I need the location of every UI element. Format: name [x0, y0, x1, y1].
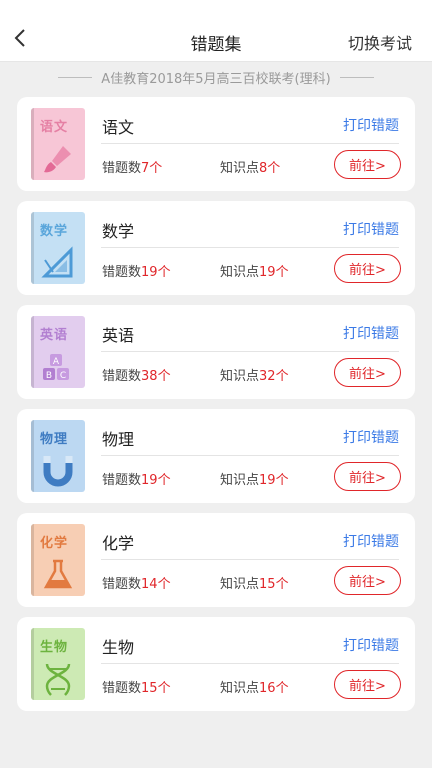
- exam-name: A佳教育2018年5月高三百校联考(理科): [101, 71, 331, 87]
- knowledge-count-value: 15个: [259, 577, 289, 592]
- card-divider: [101, 663, 399, 664]
- wrong-count: 错题数19个: [102, 469, 171, 488]
- wrong-count-label: 错题数: [102, 681, 142, 696]
- book-cover: 生物: [31, 628, 85, 700]
- knowledge-count: 知识点8个: [220, 157, 280, 176]
- svg-text:A: A: [53, 357, 60, 367]
- magnet-icon: [43, 456, 73, 487]
- wrong-count-value: 19个: [141, 473, 171, 488]
- knowledge-count-label: 知识点: [220, 681, 260, 696]
- wrong-count-label: 错题数: [102, 577, 142, 592]
- wrong-count: 错题数38个: [102, 365, 171, 384]
- knowledge-count-value: 32个: [259, 369, 289, 384]
- book-cover: 英语 A B C: [31, 316, 85, 388]
- subject-name: 化学: [102, 534, 135, 553]
- knowledge-count-value: 19个: [259, 265, 289, 280]
- subject-name: 语文: [102, 118, 135, 137]
- switch-exam-button[interactable]: 切换考试: [348, 30, 412, 54]
- knowledge-count-label: 知识点: [220, 265, 260, 280]
- subject-name: 数学: [102, 222, 135, 241]
- goto-button[interactable]: 前往>: [334, 566, 401, 595]
- knowledge-count: 知识点19个: [220, 469, 289, 488]
- cover-label: 英语: [40, 328, 69, 343]
- knowledge-count: 知识点16个: [220, 677, 289, 696]
- wrong-count-value: 19个: [141, 265, 171, 280]
- knowledge-count-value: 8个: [259, 161, 281, 176]
- cover-label: 语文: [40, 120, 69, 135]
- wrong-count: 错题数19个: [102, 261, 171, 280]
- back-button[interactable]: [6, 24, 34, 52]
- cover-label: 化学: [40, 536, 69, 551]
- subject-card-biology: 生物 生物 打印错题 错题数15个 知识点16个 前往>: [17, 617, 415, 711]
- wrong-count-value: 38个: [141, 369, 171, 384]
- subject-name: 英语: [102, 326, 135, 345]
- abc-blocks-icon: A B C: [43, 354, 69, 381]
- subject-card-chinese: 语文 语文 打印错题 错题数7个 知识点8个 前往>: [17, 97, 415, 191]
- card-divider: [101, 559, 399, 560]
- knowledge-count-value: 19个: [259, 473, 289, 488]
- wrong-count-label: 错题数: [102, 161, 142, 176]
- book-cover: 化学: [31, 524, 85, 596]
- goto-button[interactable]: 前往>: [334, 462, 401, 491]
- card-divider: [101, 247, 399, 248]
- print-wrong-button[interactable]: 打印错题: [343, 427, 399, 447]
- subject-name: 物理: [102, 430, 135, 449]
- card-divider: [101, 455, 399, 456]
- subject-name: 生物: [102, 638, 135, 657]
- goto-button[interactable]: 前往>: [334, 254, 401, 283]
- subject-card-chemistry: 化学 化学 打印错题 错题数14个 知识点15个 前往>: [17, 513, 415, 607]
- knowledge-count: 知识点19个: [220, 261, 289, 280]
- book-cover: 物理: [31, 420, 85, 492]
- ruler-icon: [41, 246, 73, 278]
- goto-button[interactable]: 前往>: [334, 670, 401, 699]
- subject-card-physics: 物理 物理 打印错题 错题数19个 知识点19个 前往>: [17, 409, 415, 503]
- divider-left: [58, 76, 93, 78]
- knowledge-count: 知识点15个: [220, 573, 289, 592]
- print-wrong-button[interactable]: 打印错题: [343, 531, 399, 551]
- wrong-count-label: 错题数: [102, 369, 142, 384]
- print-wrong-button[interactable]: 打印错题: [343, 219, 399, 239]
- knowledge-count-label: 知识点: [220, 161, 260, 176]
- svg-text:C: C: [60, 371, 66, 381]
- print-wrong-button[interactable]: 打印错题: [343, 115, 399, 135]
- wrong-count-label: 错题数: [102, 265, 142, 280]
- wrong-count: 错题数14个: [102, 573, 171, 592]
- knowledge-count-value: 16个: [259, 681, 289, 696]
- book-cover: 语文: [31, 108, 85, 180]
- flask-icon: [43, 559, 73, 589]
- divider-right: [339, 76, 374, 78]
- dna-icon: [45, 663, 71, 696]
- wrong-count-value: 7个: [141, 161, 163, 176]
- subject-card-english: 英语 A B C 英语 打印错题 错题数38个 知识点32个 前往>: [17, 305, 415, 399]
- book-cover: 数学: [31, 212, 85, 284]
- cover-label: 物理: [40, 432, 69, 447]
- card-divider: [101, 351, 399, 352]
- wrong-count-value: 14个: [141, 577, 171, 592]
- chevron-left-icon: [14, 29, 25, 47]
- goto-button[interactable]: 前往>: [334, 358, 401, 387]
- cover-label: 生物: [40, 640, 69, 655]
- knowledge-count-label: 知识点: [220, 577, 260, 592]
- knowledge-count-label: 知识点: [220, 369, 260, 384]
- subject-card-math: 数学 数学 打印错题 错题数19个 知识点19个 前往>: [17, 201, 415, 295]
- exam-name-row: A佳教育2018年5月高三百校联考(理科): [0, 66, 432, 88]
- brush-icon: [44, 146, 71, 173]
- wrong-count: 错题数15个: [102, 677, 171, 696]
- knowledge-count: 知识点32个: [220, 365, 289, 384]
- cover-label: 数学: [40, 224, 69, 239]
- wrong-count-value: 15个: [141, 681, 171, 696]
- print-wrong-button[interactable]: 打印错题: [343, 635, 399, 655]
- nav-bar: 错题集 切换考试: [0, 0, 432, 62]
- card-divider: [101, 143, 399, 144]
- svg-text:B: B: [46, 371, 52, 381]
- goto-button[interactable]: 前往>: [334, 150, 401, 179]
- wrong-count: 错题数7个: [102, 157, 162, 176]
- print-wrong-button[interactable]: 打印错题: [343, 323, 399, 343]
- knowledge-count-label: 知识点: [220, 473, 260, 488]
- subject-list: 语文 语文 打印错题 错题数7个 知识点8个 前往> 数学 数学 打印错题 错题…: [17, 97, 415, 721]
- wrong-count-label: 错题数: [102, 473, 142, 488]
